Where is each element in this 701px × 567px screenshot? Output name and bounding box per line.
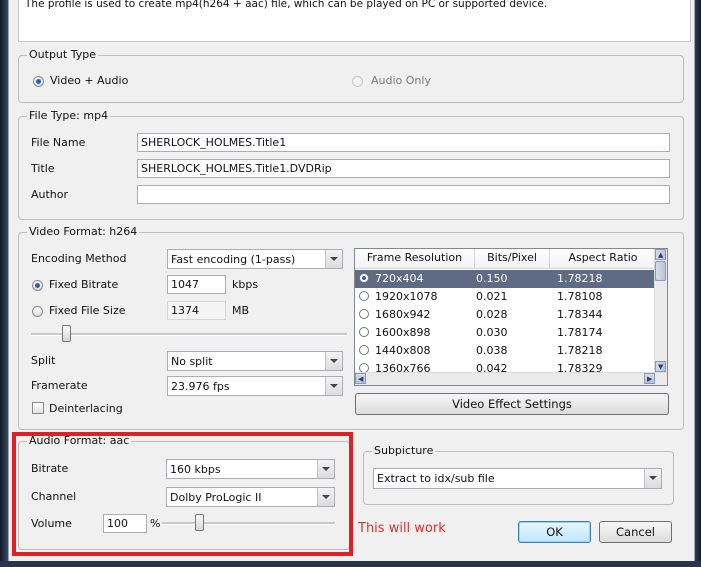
fixed-bitrate-unit: kbps: [232, 278, 259, 291]
video-audio-label[interactable]: Video + Audio: [50, 74, 128, 87]
cell-bits-pixel: 0.038: [476, 344, 508, 357]
output-type-group: Output Type Video + Audio Audio Only: [18, 48, 684, 103]
cell-resolution: 720x404: [375, 272, 424, 285]
list-item[interactable]: 720x404 0.150 1.78218: [355, 270, 657, 288]
row-radio[interactable]: [359, 345, 369, 355]
framerate-dropdown[interactable]: 23.976 fps: [167, 376, 343, 396]
scroll-thumb[interactable]: [655, 261, 666, 281]
chevron-down-icon[interactable]: [325, 352, 342, 370]
fixed-bitrate-radio[interactable]: [32, 280, 43, 291]
subpicture-value: Extract to idx/sub file: [377, 472, 495, 485]
video-format-legend: Video Format: h264: [27, 225, 140, 238]
cell-aspect: 1.78108: [557, 290, 603, 303]
author-label: Author: [31, 188, 69, 201]
encoding-method-label: Encoding Method: [31, 252, 127, 265]
file-name-field[interactable]: SHERLOCK_HOLMES.Title1: [137, 133, 670, 152]
scroll-down-button[interactable]: ▼: [655, 361, 666, 372]
fixed-file-size-radio[interactable]: [32, 306, 43, 317]
list-item[interactable]: 1680x942 0.028 1.78344: [355, 306, 657, 324]
row-radio[interactable]: [359, 291, 369, 301]
list-item[interactable]: 1440x808 0.038 1.78218: [355, 342, 657, 360]
profile-description-box: The profile is used to create mp4(h264 +…: [18, 0, 691, 42]
deinterlacing-label[interactable]: Deinterlacing: [49, 402, 123, 415]
list-vertical-scrollbar[interactable]: ▲ ▼: [654, 249, 667, 373]
subpicture-group: Subpicture Extract to idx/sub file: [363, 444, 674, 505]
cell-aspect: 1.78218: [557, 272, 603, 285]
row-radio[interactable]: [359, 327, 369, 337]
window-bottom-border: [0, 561, 701, 567]
up-arrow-icon: ▲: [658, 251, 664, 259]
output-type-legend: Output Type: [27, 48, 98, 61]
right-arrow-icon: ▶: [647, 375, 653, 383]
encoding-method-dropdown[interactable]: Fast encoding (1-pass): [167, 249, 343, 269]
fixed-file-size-field[interactable]: 1374: [167, 301, 226, 320]
file-size-slider-thumb[interactable]: [62, 325, 71, 342]
list-horizontal-scrollbar[interactable]: ◀ ▶: [355, 372, 667, 385]
fixed-bitrate-label[interactable]: Fixed Bitrate: [49, 278, 118, 291]
cell-bits-pixel: 0.021: [476, 290, 508, 303]
fixed-bitrate-field[interactable]: 1047: [167, 275, 226, 294]
encoding-method-value: Fast encoding (1-pass): [171, 253, 296, 266]
chevron-down-icon[interactable]: [325, 377, 342, 395]
audio-only-label[interactable]: Audio Only: [371, 74, 431, 87]
column-frame-resolution[interactable]: Frame Resolution: [355, 249, 475, 268]
row-radio[interactable]: [359, 273, 369, 283]
cell-resolution: 1680x942: [375, 308, 431, 321]
author-field[interactable]: [137, 185, 670, 204]
file-type-legend: File Type: mp4: [27, 109, 111, 122]
subpicture-dropdown[interactable]: Extract to idx/sub file: [373, 468, 662, 489]
left-arrow-icon: ◀: [358, 375, 364, 383]
profile-description: The profile is used to create mp4(h264 +…: [25, 0, 548, 10]
list-item[interactable]: 1920x1078 0.021 1.78108: [355, 288, 657, 306]
scroll-left-button[interactable]: ◀: [355, 373, 366, 384]
chevron-down-icon[interactable]: [325, 250, 342, 268]
deinterlacing-checkbox[interactable]: [32, 402, 44, 414]
split-value: No split: [171, 355, 213, 368]
scroll-right-button[interactable]: ▶: [644, 373, 655, 384]
subpicture-legend: Subpicture: [372, 444, 436, 457]
list-item[interactable]: 1600x898 0.030 1.78174: [355, 324, 657, 342]
video-effect-settings-button[interactable]: Video Effect Settings: [355, 393, 669, 415]
framerate-label: Framerate: [31, 379, 88, 392]
cell-resolution: 1440x808: [375, 344, 431, 357]
split-dropdown[interactable]: No split: [167, 351, 343, 371]
chevron-down-icon[interactable]: [644, 469, 661, 488]
cell-aspect: 1.78218: [557, 344, 603, 357]
cell-bits-pixel: 0.028: [476, 308, 508, 321]
framerate-value: 23.976 fps: [171, 380, 230, 393]
audio-only-radio[interactable]: [352, 76, 363, 87]
window-left-border: [0, 0, 8, 567]
title-field[interactable]: SHERLOCK_HOLMES.Title1.DVDRip: [137, 159, 670, 178]
file-type-group: File Type: mp4 File Name SHERLOCK_HOLMES…: [18, 109, 684, 220]
file-name-label: File Name: [31, 136, 86, 149]
split-label: Split: [31, 354, 56, 367]
title-label: Title: [31, 162, 55, 175]
file-size-slider-track: [31, 333, 347, 336]
frame-resolution-list[interactable]: Frame Resolution Bits/Pixel Aspect Ratio…: [354, 248, 668, 386]
fixed-file-size-unit: MB: [232, 304, 250, 317]
cancel-button[interactable]: Cancel: [599, 521, 672, 543]
column-bits-pixel[interactable]: Bits/Pixel: [475, 249, 550, 268]
column-aspect-ratio[interactable]: Aspect Ratio: [550, 249, 657, 268]
cell-aspect: 1.78344: [557, 308, 603, 321]
cell-bits-pixel: 0.030: [476, 326, 508, 339]
cell-resolution: 1600x898: [375, 326, 431, 339]
annotation-text: This will work: [358, 521, 446, 536]
audio-format-highlight-box: [12, 432, 353, 556]
row-radio[interactable]: [359, 309, 369, 319]
cell-resolution: 1920x1078: [375, 290, 438, 303]
fixed-file-size-label[interactable]: Fixed File Size: [49, 304, 125, 317]
down-arrow-icon: ▼: [658, 363, 664, 371]
cell-aspect: 1.78174: [557, 326, 603, 339]
list-header: Frame Resolution Bits/Pixel Aspect Ratio: [355, 249, 657, 269]
ok-button[interactable]: OK: [518, 521, 591, 543]
video-audio-radio[interactable]: [33, 76, 44, 87]
cell-bits-pixel: 0.150: [476, 272, 508, 285]
scroll-up-button[interactable]: ▲: [655, 249, 666, 260]
